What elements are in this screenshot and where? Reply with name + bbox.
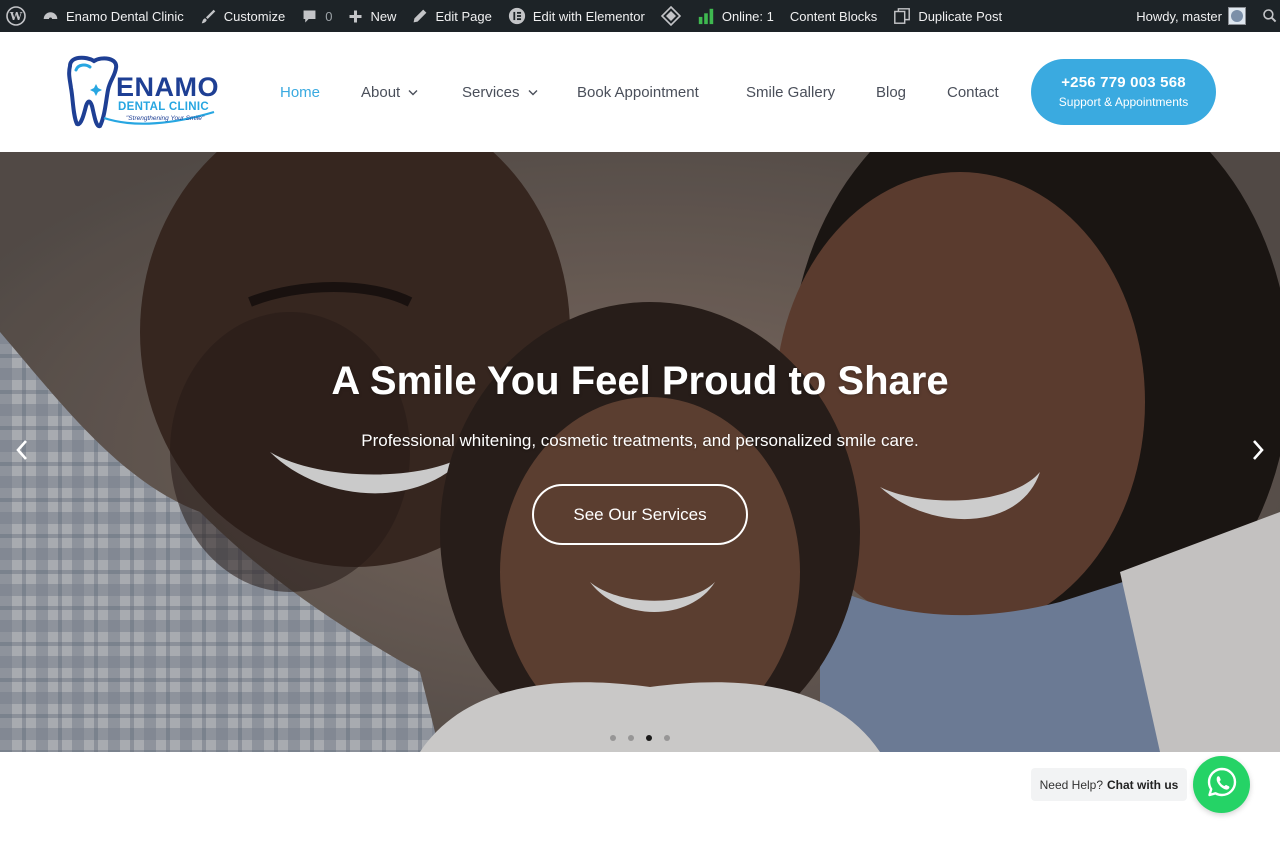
slider-pagination [0, 735, 1280, 741]
elementor-icon [508, 7, 526, 25]
whatsapp-label[interactable]: Need Help? Chat with us [1031, 768, 1187, 801]
nav-item-home[interactable]: Home [280, 82, 320, 102]
site-name-label: Enamo Dental Clinic [66, 8, 184, 24]
wordpress-icon: W [6, 6, 26, 26]
see-services-button[interactable]: See Our Services [532, 484, 748, 545]
edit-page-link[interactable]: Edit Page [404, 0, 499, 32]
new-content-menu[interactable]: New [340, 0, 404, 32]
hero-title: A Smile You Feel Proud to Share [331, 359, 949, 403]
online-label: Online: 1 [721, 8, 774, 24]
duplicate-post-label: Duplicate Post [918, 8, 1003, 24]
chevron-down-icon [528, 89, 538, 96]
pencil-icon [412, 8, 428, 24]
nav-label-book-appointment: Book Appointment [577, 83, 699, 101]
nav-label-services: Services [462, 83, 520, 101]
nav-item-about[interactable]: About [361, 82, 418, 102]
nav-item-smile-gallery[interactable]: Smile Gallery [746, 82, 835, 102]
content-blocks-link[interactable]: Content Blocks [782, 0, 885, 32]
new-label: New [370, 8, 397, 24]
diamond-icon [660, 6, 681, 26]
slider-prev-button[interactable] [10, 438, 34, 466]
whatsapp-button[interactable] [1193, 756, 1250, 813]
hero-subtitle: Professional whitening, cosmetic treatme… [361, 431, 919, 450]
chevron-down-icon [408, 89, 418, 96]
nav-item-contact[interactable]: Contact [947, 82, 999, 102]
customize-label: Customize [223, 8, 286, 24]
nav-label-blog: Blog [876, 83, 907, 101]
admin-search-button[interactable] [1254, 0, 1280, 32]
diamond-menu[interactable] [653, 0, 689, 32]
nav-item-blog[interactable]: Blog [876, 82, 906, 102]
site-header: ENAMO DENTAL CLINIC "Strengthening Your … [0, 32, 1280, 152]
chevron-left-icon [15, 439, 29, 466]
slider-next-button[interactable] [1246, 438, 1270, 466]
phone-cta-button[interactable]: +256 779 003 568 Support & Appointments [1031, 59, 1216, 125]
slider-dot-1[interactable] [610, 735, 616, 741]
hero-overlay [0, 152, 1280, 752]
whatsapp-prefix: Need Help? [1039, 777, 1104, 792]
nav-label-contact: Contact [947, 83, 999, 101]
hero-slider: A Smile You Feel Proud to Share Professi… [0, 152, 1280, 752]
cta-phone: +256 779 003 568 [1061, 74, 1186, 91]
chevron-right-icon [1251, 439, 1265, 466]
avatar-icon [1228, 7, 1246, 25]
whatsapp-icon [1206, 766, 1238, 803]
online-users[interactable]: Online: 1 [689, 0, 782, 32]
duplicate-icon [893, 7, 911, 25]
edit-elementor-label: Edit with Elementor [532, 8, 645, 24]
nav-item-book-appointment[interactable]: Book Appointment [577, 82, 699, 102]
edit-elementor-link[interactable]: Edit with Elementor [500, 0, 653, 32]
my-account-menu[interactable]: Howdy, master [1128, 0, 1254, 32]
search-icon [1262, 8, 1278, 24]
cta-subtitle: Support & Appointments [1058, 95, 1189, 109]
wordpress-logo-button[interactable]: W [0, 0, 34, 32]
site-name-menu[interactable]: Enamo Dental Clinic [34, 0, 192, 32]
customize-link[interactable]: Customize [192, 0, 293, 32]
admin-bar-right: Howdy, master [1128, 0, 1280, 32]
plus-icon [348, 9, 363, 24]
nav-label-about: About [361, 83, 401, 101]
comment-icon [301, 8, 318, 25]
slider-dot-4[interactable] [664, 735, 670, 741]
duplicate-post-link[interactable]: Duplicate Post [885, 0, 1010, 32]
bar-chart-icon [697, 7, 715, 25]
howdy-label: Howdy, master [1136, 8, 1222, 24]
edit-page-label: Edit Page [435, 8, 492, 24]
nav-label-smile-gallery: Smile Gallery [746, 83, 836, 101]
content-blocks-label: Content Blocks [789, 8, 878, 24]
slider-dot-2[interactable] [628, 735, 634, 741]
nav-item-services[interactable]: Services [462, 82, 538, 102]
slider-dot-3[interactable] [646, 735, 652, 741]
dashboard-icon [42, 8, 59, 25]
comments-link[interactable]: 0 [293, 0, 340, 32]
customize-brush-icon [200, 8, 217, 25]
comments-count: 0 [325, 8, 333, 24]
nav-label-home: Home [280, 83, 321, 101]
admin-bar: W Enamo Dental Clinic Customize 0 New Ed… [0, 0, 1280, 32]
svg-text:W: W [9, 10, 23, 23]
whatsapp-label-text: Chat with us [1107, 777, 1179, 792]
